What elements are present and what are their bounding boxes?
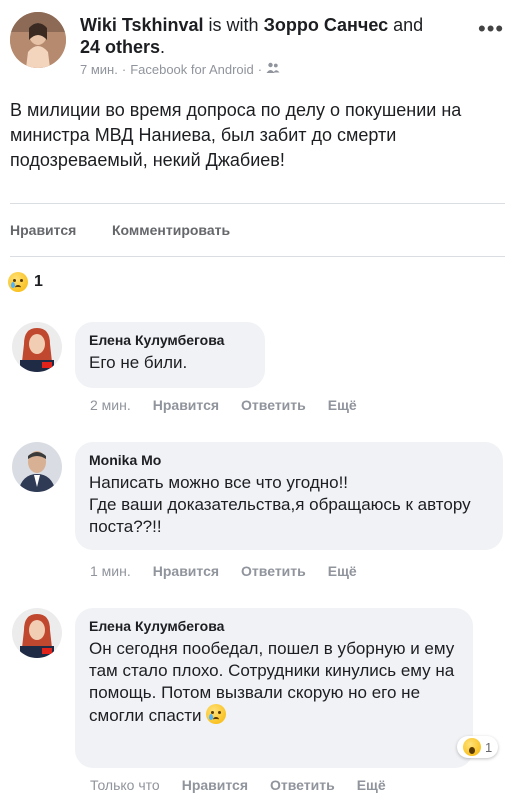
commenter-avatar[interactable]: [12, 442, 62, 492]
comment-reaction-count: 1: [485, 739, 493, 755]
meta-separator-2: ·: [257, 62, 263, 77]
comment-reaction-badge[interactable]: 1: [457, 736, 499, 758]
divider: [10, 203, 505, 204]
comment-text: Его не били.: [89, 353, 188, 372]
comment-button[interactable]: Комментировать: [112, 222, 230, 238]
comment-more-button[interactable]: Ещё: [328, 563, 357, 579]
comment-more-button[interactable]: Ещё: [328, 397, 357, 413]
post-time[interactable]: 7 мин.: [80, 62, 118, 77]
comment-time: 1 мин.: [90, 563, 131, 579]
comment-meta: 2 мин. Нравится Ответить Ещё: [90, 397, 357, 413]
wow-face-icon: [463, 738, 481, 756]
comment-reply-button[interactable]: Ответить: [241, 563, 306, 579]
crying-face-icon: [206, 704, 227, 724]
post-meta: 7 мин. · Facebook for Android ·: [80, 62, 280, 77]
comment-time: 2 мин.: [90, 397, 131, 413]
comment-text: Он сегодня пообедал, пошел в уборную и е…: [89, 638, 459, 727]
with-text: is with: [203, 15, 264, 35]
meta-separator: ·: [121, 62, 127, 77]
tagged-user-name[interactable]: Зорро Санчес: [264, 15, 389, 35]
comment-text-body: Он сегодня пообедал, пошел в уборную и е…: [89, 639, 455, 725]
comment-bubble: Елена Кулумбегова Он сегодня пообедал, п…: [75, 608, 473, 768]
comment-reply-button[interactable]: Ответить: [270, 777, 335, 793]
commenter-avatar[interactable]: [12, 322, 62, 372]
comment-more-button[interactable]: Ещё: [357, 777, 386, 793]
more-options-icon[interactable]: •••: [478, 16, 504, 42]
comment-time: Только что: [90, 777, 160, 793]
post-source: Facebook for Android: [130, 62, 254, 77]
commenter-name[interactable]: Елена Кулумбегова: [89, 332, 251, 348]
comment-reply-button[interactable]: Ответить: [241, 397, 306, 413]
commenter-name[interactable]: Monika Mo: [89, 452, 489, 468]
comment-meta: 1 мин. Нравится Ответить Ещё: [90, 563, 357, 579]
others-period: .: [160, 37, 166, 57]
reaction-count: 1: [34, 273, 43, 290]
and-text: and: [388, 15, 424, 35]
tagged-others-link[interactable]: 24 others: [80, 37, 160, 57]
comment-meta: Только что Нравится Ответить Ещё: [90, 777, 386, 793]
post-author-name[interactable]: Wiki Tskhinval: [80, 15, 204, 35]
comment-like-button[interactable]: Нравится: [153, 397, 219, 413]
like-button[interactable]: Нравится: [10, 222, 76, 238]
comment-text: Написать можно все что угодно!! Где ваши…: [89, 473, 471, 536]
comment-bubble: Елена Кулумбегова Его не били.: [75, 322, 265, 388]
friends-icon: [266, 62, 280, 77]
post-header: Wiki Tskhinval is with Зорро Санчес and …: [80, 14, 460, 58]
comment-like-button[interactable]: Нравится: [182, 777, 248, 793]
divider: [10, 256, 505, 257]
commenter-avatar[interactable]: [12, 608, 62, 658]
post-author-avatar[interactable]: [10, 12, 66, 68]
comment-bubble: Monika Mo Написать можно все что угодно!…: [75, 442, 503, 550]
reactions-summary[interactable]: 1: [8, 272, 43, 292]
commenter-name[interactable]: Елена Кулумбегова: [89, 618, 459, 634]
crying-face-icon: [8, 272, 28, 292]
comment-like-button[interactable]: Нравится: [153, 563, 219, 579]
post-body-text: В милиции во время допроса по делу о пок…: [10, 100, 462, 170]
